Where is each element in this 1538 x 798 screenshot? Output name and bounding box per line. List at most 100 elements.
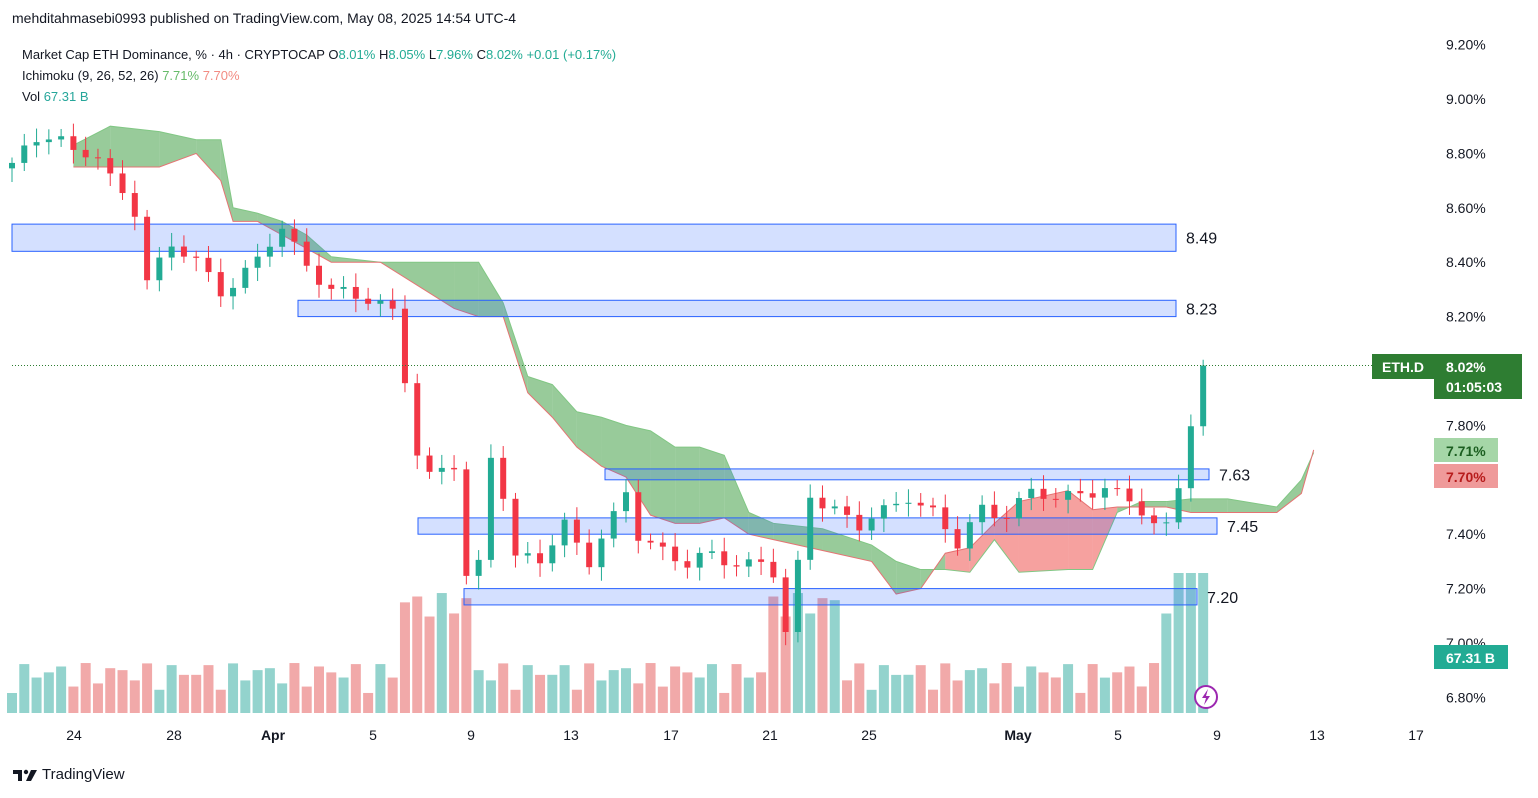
candle	[1126, 475, 1133, 515]
volume-bar	[264, 668, 275, 713]
candle-body	[549, 545, 556, 564]
candle	[414, 373, 421, 470]
volume-bar	[670, 666, 681, 713]
volume-bar	[375, 664, 386, 713]
candle-body	[610, 511, 617, 539]
candle-body	[254, 256, 261, 268]
candle-body	[880, 505, 887, 519]
y-tick-label: 6.80%	[1446, 689, 1486, 705]
volume-bar	[535, 674, 546, 713]
volume-bar	[706, 664, 717, 713]
volume-bar	[1136, 686, 1147, 713]
volume-bar	[1038, 672, 1049, 713]
volume-bar	[571, 689, 582, 713]
candle-body	[438, 467, 445, 472]
volume-bar	[289, 663, 300, 713]
candle	[807, 484, 814, 570]
volume-bar	[215, 689, 226, 713]
candle-body	[217, 272, 224, 297]
candle-body	[696, 552, 703, 568]
candle-body	[942, 507, 949, 530]
candle	[156, 247, 163, 292]
candle	[193, 250, 200, 272]
volume-bar	[154, 689, 165, 713]
tradingview-brand[interactable]: TradingView	[12, 766, 125, 783]
volume-bar	[350, 664, 361, 713]
cloud-segment	[1141, 501, 1167, 507]
candle-body	[1126, 488, 1133, 502]
candle-body	[647, 540, 654, 543]
volume-bar	[989, 683, 1000, 713]
candle-body	[1040, 488, 1047, 499]
candle-body	[794, 559, 801, 632]
volume-bar	[891, 674, 902, 713]
candle-body	[770, 561, 777, 578]
candle-body	[328, 284, 335, 289]
x-tick-label: 9	[467, 727, 475, 743]
candle-body	[635, 492, 642, 541]
volume-bar	[43, 672, 54, 713]
candle-body	[168, 246, 175, 258]
zone-7-20	[463, 588, 1198, 606]
candle	[131, 180, 138, 231]
candle	[930, 497, 936, 517]
candle	[819, 485, 826, 522]
tradingview-logo-icon	[13, 769, 37, 781]
volume-bar	[166, 665, 177, 713]
candle	[316, 253, 322, 298]
candle-body	[684, 561, 691, 568]
candle	[893, 491, 900, 512]
candle	[230, 278, 237, 310]
candle-body	[954, 529, 961, 549]
volume-bar	[1099, 677, 1110, 713]
x-tick-label: 13	[1309, 727, 1325, 743]
x-tick-label: 17	[1408, 727, 1424, 743]
candle-body	[33, 142, 40, 146]
candle	[721, 537, 728, 579]
volume-bar	[228, 663, 239, 713]
candle-body	[279, 228, 286, 247]
candle-body	[819, 497, 826, 509]
cloud-segment	[1190, 498, 1228, 513]
volume-bar	[129, 680, 140, 713]
candle	[659, 532, 666, 561]
candle-body	[180, 246, 187, 257]
candle-body	[266, 246, 273, 257]
candle-body	[831, 506, 838, 509]
candle-body	[426, 455, 433, 472]
volume-bar	[498, 663, 509, 713]
volume-bar	[1112, 672, 1123, 713]
candle-body	[82, 149, 89, 158]
countdown-badge: 01:05:03	[1446, 379, 1502, 395]
y-tick-label: 7.40%	[1446, 526, 1486, 542]
zone-label: 8.23	[1186, 301, 1217, 318]
x-tick-label: May	[1004, 727, 1031, 743]
x-tick-label: 24	[66, 727, 82, 743]
candle	[21, 133, 28, 171]
zone-label: 7.45	[1227, 519, 1258, 536]
volume-bar	[1087, 664, 1098, 713]
volume-bar	[203, 665, 214, 713]
volume-bar	[731, 664, 742, 713]
candle	[708, 539, 715, 560]
volume-bar	[1026, 666, 1037, 713]
candle-body	[758, 559, 765, 562]
lightning-icon[interactable]	[1194, 685, 1218, 709]
candle	[500, 446, 507, 511]
cloud-segment	[675, 447, 700, 524]
candle-body	[58, 136, 65, 140]
volume-bar	[277, 683, 288, 713]
volume-bar	[473, 670, 484, 713]
price-chart[interactable]: 8.49 8.23 7.63 7.45 7.20 9.20% 9.00% 8.80% 8.60…	[0, 0, 1538, 798]
y-tick-label: 7.20%	[1446, 581, 1486, 597]
zone-7-45	[417, 517, 1218, 535]
candle	[242, 260, 249, 294]
candle-body	[721, 551, 728, 566]
volume-bar	[461, 598, 472, 713]
volume-bar	[596, 680, 607, 713]
candle-body	[1138, 501, 1145, 516]
candle-body	[733, 565, 740, 567]
candle-body	[1052, 498, 1059, 500]
candle	[33, 128, 40, 158]
time-axis[interactable]: 24 28 Apr 5 9 13 17 21 25 May 5 9 13 17	[66, 727, 1424, 743]
